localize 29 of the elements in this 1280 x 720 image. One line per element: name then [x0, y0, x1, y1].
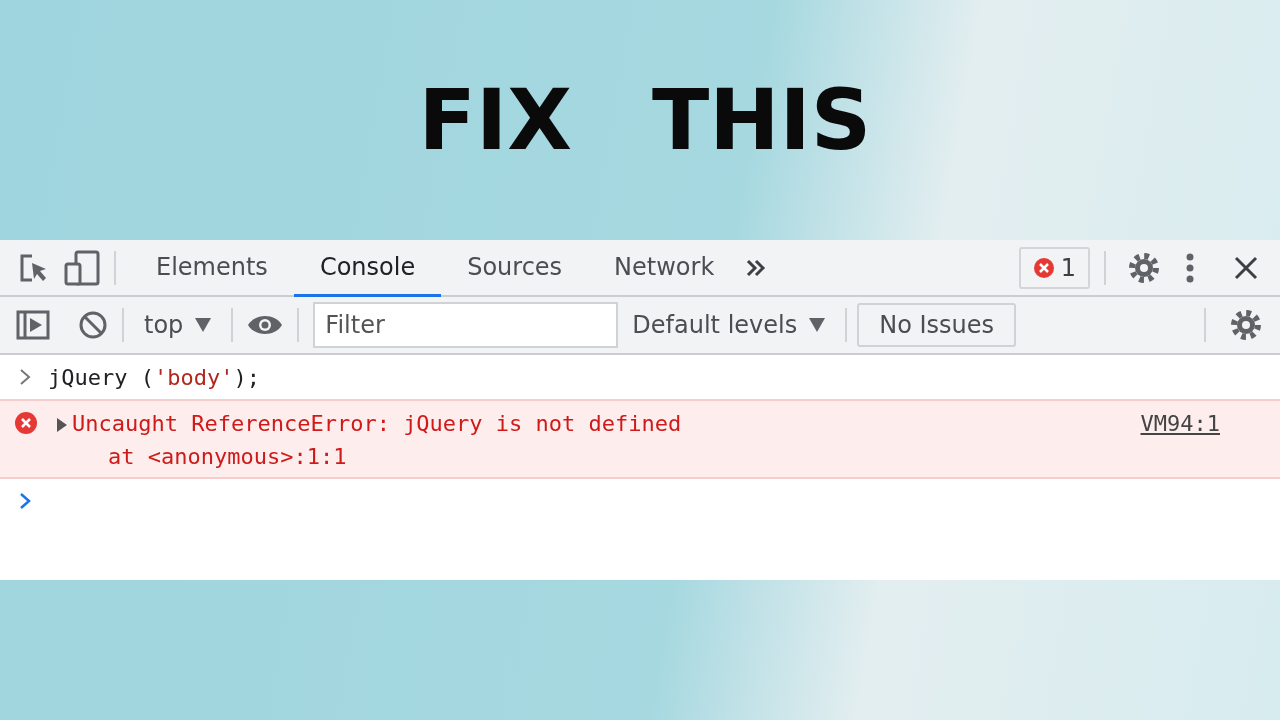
- device-icon[interactable]: [64, 249, 100, 286]
- caret-icon: [809, 318, 826, 332]
- log-levels-dropdown[interactable]: Default levels: [626, 306, 832, 344]
- settings-icon[interactable]: [1230, 309, 1262, 341]
- prompt-chevron-icon[interactable]: [18, 492, 32, 510]
- error-icon: [14, 411, 38, 435]
- input-chevron-icon: [18, 368, 32, 386]
- error-count-button[interactable]: 1: [1018, 246, 1090, 289]
- source-link[interactable]: VM94:1: [1140, 407, 1220, 440]
- error-icon: [1032, 256, 1055, 279]
- panel-tab[interactable]: Sources: [441, 240, 589, 297]
- error-message: Uncaught ReferenceError: jQuery is not defined: [72, 410, 682, 438]
- close-icon[interactable]: [1234, 255, 1258, 280]
- panel-tab[interactable]: Network: [588, 240, 741, 297]
- eye-icon[interactable]: [247, 313, 284, 337]
- clear-console-icon[interactable]: [78, 310, 108, 340]
- expand-triangle-icon[interactable]: [56, 418, 68, 432]
- filter-field[interactable]: Filter: [313, 302, 619, 348]
- more-options-icon[interactable]: [1186, 252, 1194, 283]
- headline-word: FIX: [418, 78, 572, 162]
- caret-icon: [195, 318, 212, 332]
- context-dropdown[interactable]: top: [138, 306, 218, 344]
- issues-button[interactable]: No Issues: [857, 303, 1017, 347]
- settings-icon[interactable]: [1128, 251, 1160, 284]
- code-line: jQuery ('body');: [48, 363, 260, 392]
- panel-tab[interactable]: Elements: [130, 240, 294, 297]
- sidebar-icon[interactable]: [16, 310, 50, 340]
- stack-trace: at <anonymous>:1:1: [107, 443, 348, 471]
- headline-word: THIS: [652, 78, 872, 162]
